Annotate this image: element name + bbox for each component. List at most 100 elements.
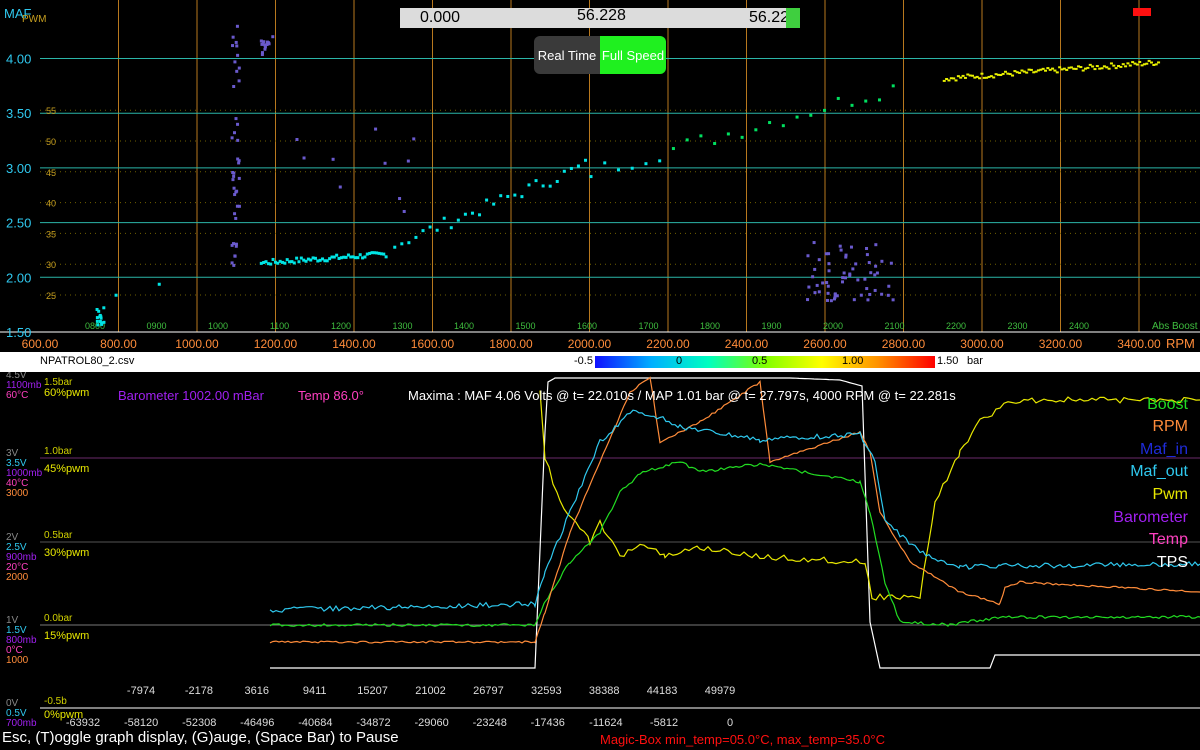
status-bar: Esc, (T)oggle graph display, (G)auge, (S… <box>0 727 1200 750</box>
maf-tick-label: 4.00 <box>6 52 31 67</box>
boost-point <box>231 35 235 39</box>
time-slider[interactable]: 0.000 56.228 56.228 <box>400 7 800 28</box>
maf-tick-label: 2.50 <box>6 216 31 231</box>
boost-point <box>827 269 831 273</box>
boost-point <box>825 298 829 302</box>
legend-pwm: Pwm <box>1152 486 1188 503</box>
pwm-axis-title: PWM <box>22 14 47 25</box>
maf-point <box>313 256 317 260</box>
pwm-point <box>1011 74 1015 77</box>
maf-point <box>795 115 799 119</box>
maf-tick-label: 2.00 <box>6 270 31 285</box>
slider-knob[interactable] <box>786 8 800 28</box>
maf-point <box>478 213 482 217</box>
slider-start-value: 0.000 <box>420 9 461 26</box>
maf-point <box>616 168 620 172</box>
boost-point <box>235 44 239 48</box>
legend-barometer: Barometer <box>1113 509 1188 526</box>
boost-point <box>234 40 238 44</box>
realtime-button[interactable]: Real Time <box>534 36 600 74</box>
rpm-line <box>269 376 1200 644</box>
boost-point <box>263 47 267 51</box>
maf-point <box>671 147 675 151</box>
boost-point <box>815 283 819 287</box>
maf-point <box>534 179 538 183</box>
maxima-readout: Maxima : MAF 4.06 Volts @ t= 22.010s / M… <box>408 388 956 403</box>
pwm-point <box>1095 65 1099 68</box>
boost-point <box>263 43 267 47</box>
maf-point <box>589 175 593 179</box>
boost-point <box>865 287 869 291</box>
boost-point <box>235 69 239 73</box>
maf-point <box>740 135 744 139</box>
boost-point <box>271 35 275 39</box>
boost-point <box>851 267 855 271</box>
pwm-point <box>992 76 996 79</box>
pwm-point <box>942 79 946 82</box>
rpm-tick-label: 3400.00 <box>1117 337 1161 351</box>
boost-point <box>260 51 264 55</box>
maf-point <box>382 252 386 256</box>
boost-point <box>833 293 837 297</box>
boost-point <box>817 258 821 262</box>
boost-point <box>234 117 238 121</box>
maf-point <box>576 164 580 168</box>
rpm-tick-label: 2400.00 <box>725 337 769 351</box>
maf-point <box>456 218 460 222</box>
boost-point <box>839 248 843 252</box>
pwm-point <box>952 77 956 80</box>
boost-point <box>233 212 237 216</box>
abs-boost-label: Abs Boost <box>1152 321 1198 332</box>
left-axis-label: 30%pwm <box>44 547 89 559</box>
left-axis-label: 3000 <box>6 488 29 499</box>
boost-point <box>840 280 844 284</box>
boost-point <box>237 176 241 180</box>
maf-point <box>428 225 432 229</box>
maf-point <box>157 282 161 286</box>
time-tick-label-b: -34872 <box>356 717 390 727</box>
boost-point <box>844 255 848 259</box>
maf-point <box>520 195 524 199</box>
boost-point <box>806 254 810 258</box>
pwm-point <box>1046 67 1050 70</box>
pwm-point <box>1044 69 1048 72</box>
maf-point <box>584 158 588 162</box>
pwm-tick-label: 55 <box>46 106 56 116</box>
time-tick-label-b: -5812 <box>650 717 678 727</box>
pwm-point <box>1149 61 1153 64</box>
fullspeed-button[interactable]: Full Speed <box>600 36 666 74</box>
boost-point <box>833 297 837 301</box>
boost-point <box>826 284 830 288</box>
legend-rpm: RPM <box>1152 418 1188 435</box>
boost-point <box>841 276 845 280</box>
boost-point <box>233 60 237 64</box>
pwm-tick-label: 40 <box>46 199 56 209</box>
maf-point <box>358 253 362 257</box>
maf-point <box>541 184 545 188</box>
pwm-point <box>963 76 967 79</box>
time-tick-label: 32593 <box>531 685 562 697</box>
boost-point <box>856 278 860 282</box>
boost-tick-label: 1900 <box>761 321 781 331</box>
boost-point <box>234 216 238 220</box>
boost-point <box>863 277 867 281</box>
maf-point <box>95 319 99 323</box>
boost-point <box>237 79 241 83</box>
maf-point <box>95 316 99 320</box>
maf-point <box>499 194 503 198</box>
boost-point <box>237 66 241 70</box>
rpm-tick-label: 1000.00 <box>175 337 219 351</box>
maf-point <box>295 256 299 260</box>
pwm-point <box>1086 66 1090 69</box>
time-tick-label: 49979 <box>705 685 736 697</box>
boost-point <box>873 273 877 277</box>
maf-point <box>823 108 827 112</box>
boost-point <box>849 245 853 249</box>
maf-point <box>463 212 467 216</box>
boost-tick-label: 2000 <box>823 321 843 331</box>
left-axis-label: 700mb <box>6 718 37 727</box>
boost-point <box>827 262 831 266</box>
keyboard-help: Esc, (T)oggle graph display, (G)auge, (S… <box>2 729 399 746</box>
boost-tick-label: 2100 <box>884 321 904 331</box>
boost-point <box>398 197 402 201</box>
